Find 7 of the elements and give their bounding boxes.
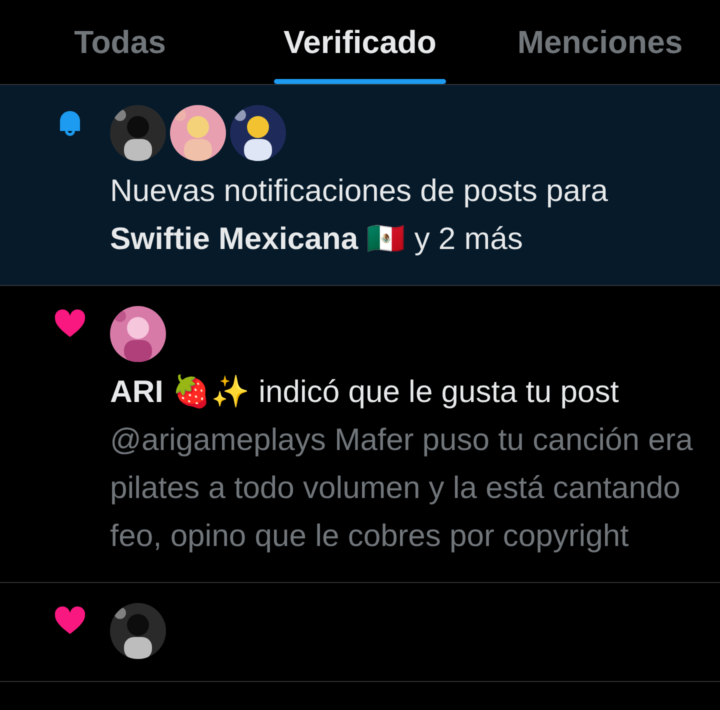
- tab[interactable]: Verificado: [240, 0, 480, 84]
- notification-text: ARI 🍓✨ indicó que le gusta tu post: [110, 373, 620, 411]
- notification-item[interactable]: Nuevas notificaciones de posts para Swiftie Mexicana 🇲🇽 y 2 más: [0, 85, 720, 286]
- tab[interactable]: Menciones: [480, 0, 720, 84]
- notification-text: Nuevas notificaciones de posts para Swiftie Mexicana 🇲🇽 y 2 más: [110, 172, 610, 258]
- tab[interactable]: Todas: [0, 0, 240, 84]
- post-excerpt: @arigameplays Mafer puso tu canción era pilates a todo volumen y la está cantando feo, opino que le cobres por copyright: [110, 421, 694, 555]
